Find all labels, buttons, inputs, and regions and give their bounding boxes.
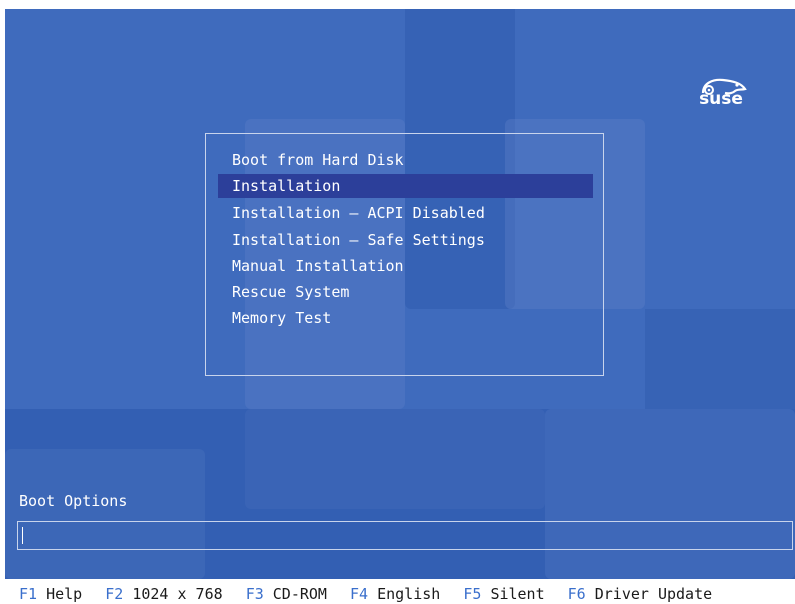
- fkey-key: F1: [19, 585, 38, 603]
- fkey-language[interactable]: F4 English: [350, 584, 440, 604]
- menu-item-rescue-system[interactable]: Rescue System: [218, 280, 593, 304]
- background-panel: [5, 449, 205, 579]
- fkey-label: Driver Update: [594, 585, 713, 603]
- menu-item-boot-hard-disk[interactable]: Boot from Hard Disk: [218, 148, 593, 172]
- logo-text: suse: [699, 89, 743, 109]
- fkey-key: F5: [463, 585, 482, 603]
- background-panel: [245, 409, 545, 509]
- boot-options-label: Boot Options: [19, 492, 128, 510]
- menu-item-installation-safe-settings[interactable]: Installation – Safe Settings: [218, 228, 593, 252]
- fkey-label: English: [377, 585, 441, 603]
- text-cursor: [22, 527, 23, 544]
- fkey-key: F3: [245, 585, 264, 603]
- menu-item-installation[interactable]: Installation: [218, 174, 593, 198]
- fkey-splash[interactable]: F5 Silent: [463, 584, 544, 604]
- boot-options-input[interactable]: [17, 521, 793, 550]
- fkey-label: Help: [46, 585, 83, 603]
- menu-item-manual-installation[interactable]: Manual Installation: [218, 254, 593, 278]
- menu-item-installation-acpi-disabled[interactable]: Installation – ACPI Disabled: [218, 201, 593, 225]
- fkey-label: CD-ROM: [272, 585, 327, 603]
- menu-item-memory-test[interactable]: Memory Test: [218, 306, 593, 330]
- fkey-label: Silent: [490, 585, 545, 603]
- fkey-key: F6: [567, 585, 586, 603]
- fkey-key: F2: [105, 585, 124, 603]
- function-key-bar: F1 Help F2 1024 x 768 F3 CD-ROM F4 Engli…: [19, 584, 726, 604]
- fkey-source[interactable]: F3 CD-ROM: [246, 584, 327, 604]
- fkey-help[interactable]: F1 Help: [19, 584, 82, 604]
- fkey-label: 1024 x 768: [132, 585, 223, 603]
- background-panel: [545, 409, 795, 579]
- fkey-key: F4: [350, 585, 369, 603]
- fkey-driver-update[interactable]: F6 Driver Update: [568, 584, 713, 604]
- boot-menu: Boot from Hard Disk Installation Install…: [205, 133, 604, 376]
- fkey-video-mode[interactable]: F2 1024 x 768: [105, 584, 222, 604]
- boot-screen: suse Boot from Hard Disk Installation In…: [5, 9, 795, 579]
- suse-logo: suse: [689, 75, 753, 115]
- background-panel: [645, 309, 795, 409]
